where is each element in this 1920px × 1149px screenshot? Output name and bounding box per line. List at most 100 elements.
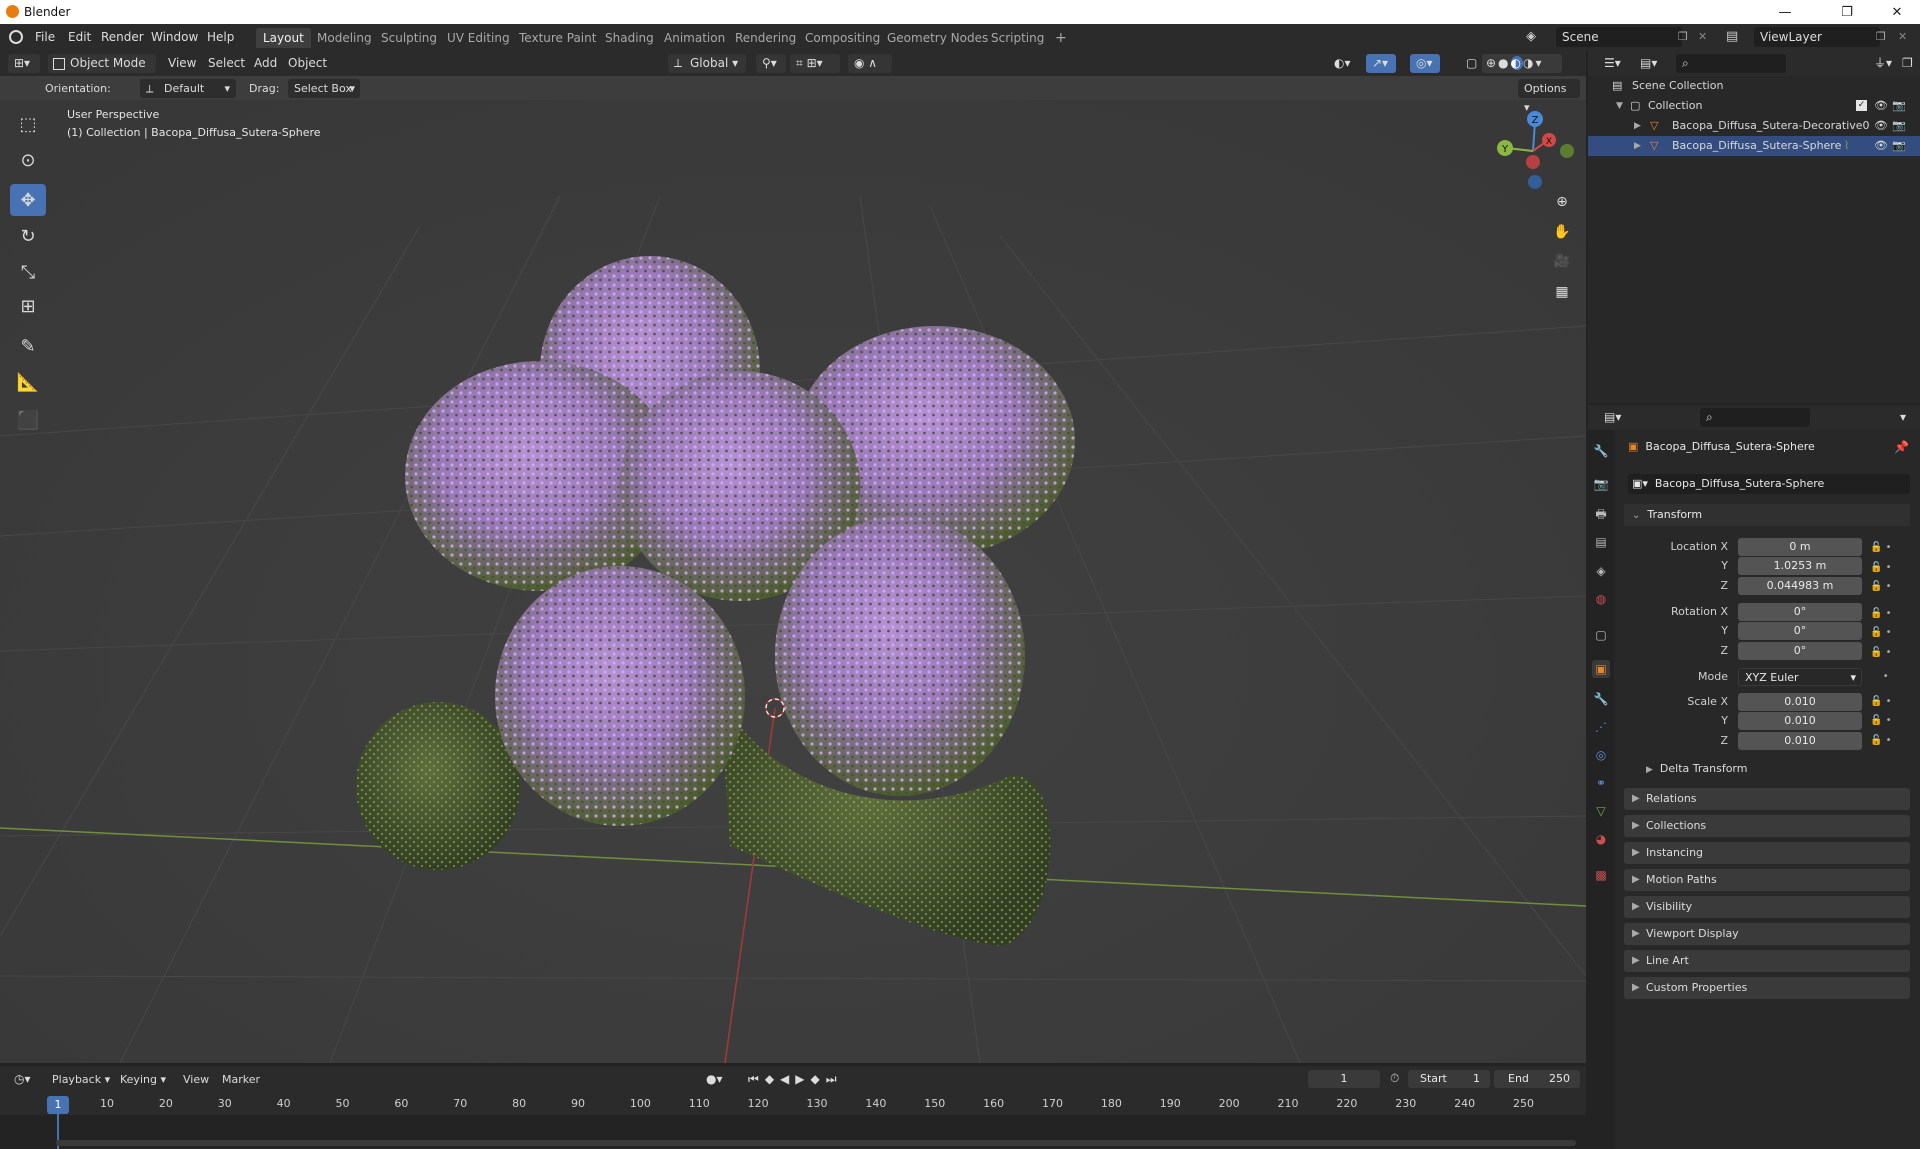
record-icon[interactable]: ●▾ bbox=[700, 1070, 728, 1089]
lock-icon[interactable]: 🔓 • bbox=[1870, 643, 1900, 663]
current-frame-field[interactable]: 1 bbox=[1308, 1070, 1380, 1088]
object-name-field[interactable]: ▣▾ Bacopa_Diffusa_Sutera-Sphere bbox=[1628, 474, 1910, 494]
playhead-frame-indicator[interactable]: 1 bbox=[47, 1096, 69, 1114]
rotation-y-field[interactable]: 0° bbox=[1738, 622, 1862, 640]
outliner-row-scene-collection[interactable]: ▤ Scene Collection bbox=[1588, 76, 1920, 96]
modifier-tab-icon[interactable]: 🔧 bbox=[1592, 690, 1610, 708]
rotation-x-field[interactable]: 0° bbox=[1738, 603, 1862, 621]
remove-scene-icon[interactable]: ✕ bbox=[1698, 30, 1707, 43]
render-camera-icon[interactable]: 📷 bbox=[1892, 96, 1906, 116]
texture-tab-icon[interactable]: ▩ bbox=[1592, 866, 1610, 884]
panel-custom-properties[interactable]: ▶ Custom Properties bbox=[1624, 977, 1910, 999]
tab-sculpting[interactable]: Sculpting bbox=[374, 28, 444, 48]
shading-mode-icon[interactable]: ⊕●◐◑▾ bbox=[1482, 54, 1562, 73]
tab-animation[interactable]: Animation bbox=[657, 28, 732, 48]
render-camera-icon[interactable]: 📷 bbox=[1892, 116, 1906, 136]
visibility-toggle-icon[interactable]: ◐▾ bbox=[1328, 54, 1358, 73]
tab-geometry-nodes[interactable]: Geometry Nodes bbox=[880, 28, 995, 48]
display-mode-icon[interactable]: ▤▾ bbox=[1634, 54, 1664, 73]
transform-panel-header[interactable]: ⌄ Transform bbox=[1624, 504, 1910, 526]
viewlayer-icon[interactable]: ▤ bbox=[1726, 29, 1738, 44]
output-tab-icon[interactable]: 🖶 bbox=[1592, 505, 1610, 523]
expand-collection-icon[interactable]: ▼ bbox=[1616, 96, 1623, 116]
rotate-tool-icon[interactable]: ↻ bbox=[10, 220, 46, 252]
outliner-search-input[interactable]: ⌕ bbox=[1676, 54, 1786, 73]
next-keyframe-icon[interactable]: ◆ bbox=[811, 1072, 826, 1086]
options-dropdown[interactable]: Options ▾ bbox=[1518, 79, 1580, 114]
maximize-button[interactable]: ❐ bbox=[1824, 0, 1870, 24]
xray-toggle-icon[interactable]: ▢ bbox=[1460, 54, 1478, 73]
pin-icon[interactable]: 📌 bbox=[1894, 440, 1909, 454]
editor-type-icon[interactable]: ⊞▾ bbox=[8, 54, 40, 73]
transform-tool-icon[interactable]: ⊞ bbox=[10, 290, 46, 322]
timeline-editor-icon[interactable]: ◷▾ bbox=[8, 1070, 40, 1089]
menu-render[interactable]: Render bbox=[101, 28, 144, 47]
rotation-mode-select[interactable]: XYZ Euler ▾ bbox=[1738, 668, 1862, 686]
menu-view[interactable]: View bbox=[168, 54, 196, 73]
close-button[interactable]: ✕ bbox=[1874, 0, 1920, 24]
object-tab-icon[interactable]: ▣ bbox=[1592, 660, 1610, 678]
tab-modeling[interactable]: Modeling bbox=[310, 28, 379, 48]
scale-tool-icon[interactable]: ⤡ bbox=[10, 256, 46, 288]
object-datablock-icon[interactable]: ▣▾ bbox=[1628, 477, 1648, 490]
drag-selector[interactable]: Select Box ▾ bbox=[288, 79, 360, 98]
properties-options-icon[interactable]: ▾ bbox=[1894, 408, 1914, 427]
visibility-eye-icon[interactable]: 👁 bbox=[1874, 136, 1888, 156]
pan-hand-icon[interactable]: ✋ bbox=[1551, 224, 1573, 246]
delta-transform-subpanel[interactable]: ▶ Delta Transform bbox=[1646, 762, 1747, 775]
properties-search-input[interactable]: ⌕ bbox=[1700, 408, 1810, 427]
jump-start-icon[interactable]: ⏮ bbox=[748, 1072, 765, 1086]
location-y-field[interactable]: 1.0253 m bbox=[1738, 557, 1862, 575]
scene-icon[interactable]: ◈ bbox=[1526, 29, 1542, 45]
lock-icon[interactable]: 🔓 • bbox=[1870, 711, 1900, 731]
outliner-row-collection[interactable]: ▼ ▢ Collection ✓ 👁 📷 bbox=[1588, 96, 1920, 116]
tool-tab-icon[interactable]: 🔧 bbox=[1592, 442, 1610, 460]
annotate-tool-icon[interactable]: ✎ bbox=[10, 330, 46, 362]
tab-rendering[interactable]: Rendering bbox=[728, 28, 803, 48]
camera-icon[interactable]: 🎥 bbox=[1551, 254, 1573, 276]
menu-help[interactable]: Help bbox=[207, 28, 234, 47]
scene-tab-icon[interactable]: ◈ bbox=[1592, 562, 1610, 580]
filter-icon[interactable]: ⏚▾ bbox=[1868, 54, 1896, 73]
play-icon[interactable]: ▶ bbox=[795, 1072, 810, 1086]
lock-icon[interactable]: 🔓 • bbox=[1870, 731, 1900, 751]
new-collection-icon[interactable]: ❐ bbox=[1896, 54, 1918, 73]
cursor-tool-icon[interactable]: ⊙ bbox=[10, 144, 46, 176]
lock-column[interactable]: 🔓 • 🔓 • 🔓 • 🔓 • 🔓 • 🔓 • • 🔓 • 🔓 • 🔓 • bbox=[1870, 538, 1900, 750]
menu-playback[interactable]: Playback ▾ bbox=[52, 1070, 110, 1089]
remove-viewlayer-icon[interactable]: ✕ bbox=[1898, 30, 1907, 43]
add-cube-tool-icon[interactable]: ⬛ bbox=[10, 404, 46, 436]
constraints-tab-icon[interactable]: ⚭ bbox=[1592, 774, 1610, 792]
tab-scripting[interactable]: Scripting bbox=[984, 28, 1051, 48]
view-layer-tab-icon[interactable]: ▤ bbox=[1592, 533, 1610, 551]
measure-tool-icon[interactable]: 📐 bbox=[10, 366, 46, 398]
pivot-icon[interactable]: ⚲▾ bbox=[756, 54, 786, 73]
mode-selector[interactable]: Object Mode ▾ bbox=[48, 54, 156, 89]
new-viewlayer-icon[interactable]: ❐ bbox=[1876, 30, 1886, 43]
orientation-selector[interactable]: ⟂ Default ▾ bbox=[140, 79, 236, 98]
outliner-editor-icon[interactable]: ☰▾ bbox=[1598, 54, 1628, 73]
scale-y-field[interactable]: 0.010 bbox=[1738, 712, 1862, 730]
lock-icon[interactable]: 🔓 • bbox=[1870, 577, 1900, 597]
start-frame-field[interactable]: Start 1 bbox=[1408, 1070, 1490, 1088]
jump-end-icon[interactable]: ⏭ bbox=[826, 1072, 843, 1086]
collection-tab-icon[interactable]: ▢ bbox=[1592, 626, 1610, 644]
lock-icon[interactable]: 🔓 • bbox=[1870, 558, 1900, 578]
viewlayer-selector[interactable]: ViewLayer bbox=[1754, 27, 1880, 47]
particles-tab-icon[interactable]: ⋰ bbox=[1592, 718, 1610, 736]
proportional-edit-icon[interactable]: ◉ ∧ bbox=[848, 54, 892, 73]
blender-menu-icon[interactable] bbox=[9, 30, 23, 44]
snap-icon[interactable]: ⌗ ⊞▾ bbox=[790, 54, 840, 73]
transform-space-selector[interactable]: ⟂ Global ▾ bbox=[668, 54, 746, 73]
outliner-row-object-selected[interactable]: ▶ ▽ Bacopa_Diffusa_Sutera-Sphere ⌇ 👁 📷 bbox=[1588, 136, 1920, 156]
material-tab-icon[interactable]: ◕ bbox=[1592, 830, 1610, 848]
minimize-button[interactable]: — bbox=[1762, 0, 1808, 24]
expand-object-icon[interactable]: ▶ bbox=[1634, 116, 1641, 136]
rotation-z-field[interactable]: 0° bbox=[1738, 642, 1862, 660]
tab-compositing[interactable]: Compositing bbox=[798, 28, 887, 48]
menu-file[interactable]: File bbox=[35, 28, 55, 47]
menu-keying[interactable]: Keying ▾ bbox=[120, 1070, 166, 1089]
stopwatch-icon[interactable]: ⏱ bbox=[1390, 1071, 1399, 1086]
physics-tab-icon[interactable]: ◎ bbox=[1592, 746, 1610, 764]
tab-texture-paint[interactable]: Texture Paint bbox=[512, 28, 603, 48]
